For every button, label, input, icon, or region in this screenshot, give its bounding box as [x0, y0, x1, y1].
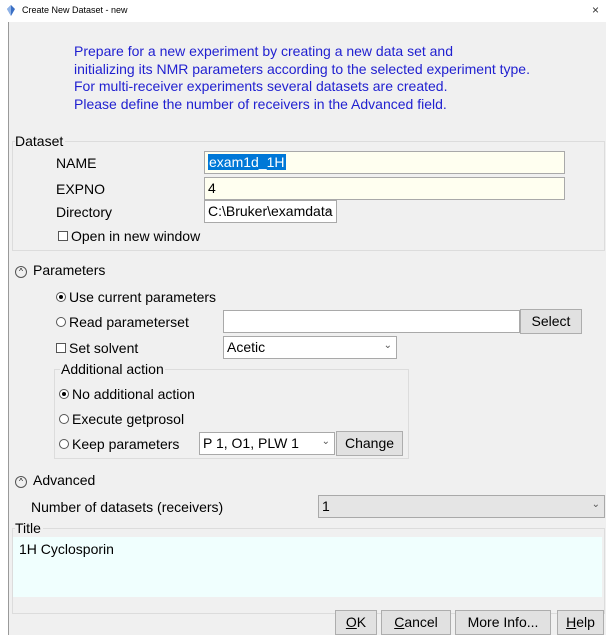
title-section-label: Title [15, 520, 43, 536]
no-action-radio[interactable]: No additional action [59, 386, 195, 402]
expno-field[interactable]: 4 [204, 177, 565, 200]
title-text: 1H Cyclosporin [19, 541, 114, 557]
solvent-value: Acetic [227, 339, 266, 355]
paramset-field[interactable] [223, 310, 520, 333]
read-paramset-label: Read parameterset [69, 314, 189, 330]
radio-icon [56, 317, 66, 327]
num-datasets-select[interactable]: 1 ⌄ [318, 495, 605, 518]
no-action-label: No additional action [72, 386, 195, 402]
close-icon[interactable]: × [592, 3, 599, 17]
help-button[interactable]: Help [557, 610, 604, 635]
advanced-label: Advanced [33, 472, 96, 488]
intro-line: initializing its NMR parameters accordin… [74, 60, 530, 77]
keep-parameters-label: Keep parameters [72, 436, 180, 452]
expno-label: EXPNO [56, 181, 106, 197]
dataset-section-label: Dataset [15, 133, 66, 149]
radio-icon [59, 414, 69, 424]
checkbox-icon [56, 343, 66, 353]
collapse-icon: ^ [15, 266, 27, 278]
chevron-down-icon: ⌄ [383, 340, 392, 351]
keep-parameters-value: P 1, O1, PLW 1 [203, 435, 299, 451]
open-new-window-checkbox[interactable]: Open in new window [58, 228, 200, 244]
set-solvent-checkbox[interactable]: Set solvent [56, 340, 138, 356]
keep-parameters-radio[interactable]: Keep parameters [59, 436, 179, 452]
radio-selected-icon [56, 292, 66, 302]
cancel-button[interactable]: Cancel [381, 610, 451, 635]
help-mnemonic: H [566, 614, 577, 630]
additional-action-label: Additional action [60, 361, 165, 377]
chevron-down-icon: ⌄ [323, 204, 332, 215]
open-new-window-label: Open in new window [71, 228, 201, 244]
ok-mnemonic: O [345, 614, 357, 630]
intro-line: Prepare for a new experiment by creating… [74, 43, 453, 59]
help-label: elp [576, 614, 595, 630]
set-solvent-label: Set solvent [69, 340, 139, 356]
name-field[interactable]: exam1d_1H [204, 151, 565, 174]
intro-line: Please define the number of receivers in… [74, 95, 447, 112]
radio-selected-icon [59, 389, 69, 399]
chevron-down-icon: ⌄ [591, 499, 600, 510]
ok-label: K [356, 614, 367, 630]
more-info-button[interactable]: More Info... [455, 610, 551, 635]
directory-select[interactable]: C:\Bruker\examdata ⌄ [204, 200, 337, 223]
use-current-radio[interactable]: Use current parameters [56, 289, 216, 305]
parameters-toggle[interactable]: ^ Parameters [15, 262, 105, 278]
num-datasets-value: 1 [322, 498, 330, 514]
solvent-select[interactable]: Acetic ⌄ [223, 336, 397, 359]
directory-label: Directory [56, 204, 113, 220]
num-datasets-label: Number of datasets (receivers) [31, 499, 224, 515]
change-button[interactable]: Change [336, 431, 403, 456]
use-current-label: Use current parameters [69, 289, 217, 305]
keep-parameters-select[interactable]: P 1, O1, PLW 1 ⌄ [199, 432, 335, 455]
parameters-label: Parameters [33, 262, 106, 278]
directory-value: C:\Bruker\examdata [208, 203, 333, 219]
collapse-icon: ^ [15, 476, 27, 488]
read-paramset-radio[interactable]: Read parameterset [56, 314, 189, 330]
radio-icon [59, 439, 69, 449]
checkbox-icon [58, 231, 68, 241]
title-textarea[interactable]: 1H Cyclosporin [13, 537, 602, 597]
name-field-value: exam1d_1H [208, 154, 286, 170]
intro-text: Prepare for a new experiment by creating… [74, 42, 530, 112]
app-icon [7, 5, 15, 16]
title-bar: Create New Dataset - new × [0, 0, 606, 22]
select-button[interactable]: Select [520, 309, 582, 334]
ok-button[interactable]: OK [335, 610, 377, 635]
name-label: NAME [56, 155, 97, 171]
cancel-mnemonic: C [394, 614, 405, 630]
intro-line: For multi-receiver experiments several d… [74, 78, 448, 95]
cancel-label: ancel [404, 614, 438, 630]
chevron-down-icon: ⌄ [321, 436, 330, 447]
getprosol-label: Execute getprosol [72, 411, 185, 427]
advanced-toggle[interactable]: ^ Advanced [15, 472, 95, 488]
getprosol-radio[interactable]: Execute getprosol [59, 411, 184, 427]
window-title: Create New Dataset - new [22, 5, 128, 15]
